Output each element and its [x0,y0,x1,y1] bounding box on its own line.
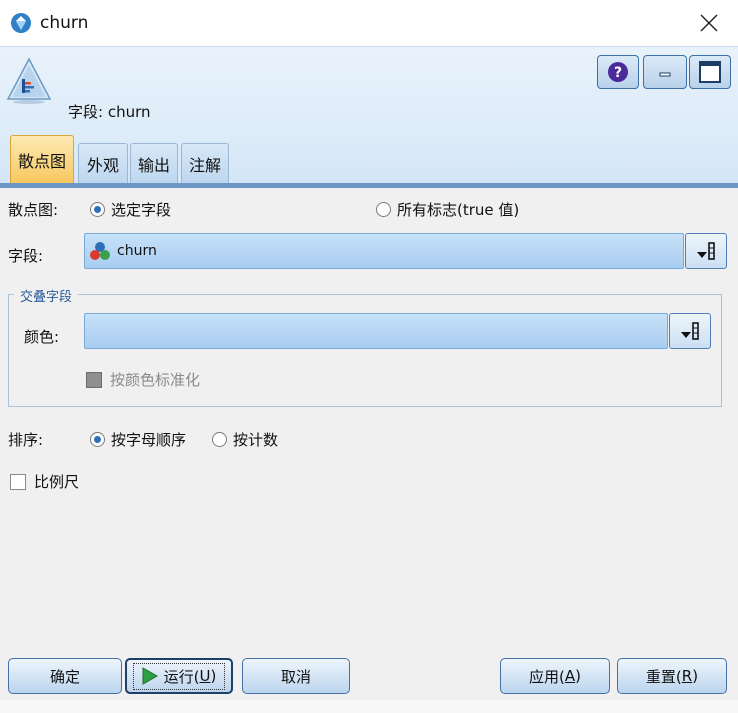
radio-selected-field[interactable]: 选定字段 [90,199,171,220]
node-label: 字段: churn [68,103,151,121]
title-bar: churn [0,0,738,46]
checkbox-label: 按颜色标准化 [110,371,201,389]
maximize-button[interactable] [689,55,731,89]
bottom-strip [0,700,738,713]
radio-label: 按计数 [233,431,279,449]
apply-button[interactable]: 应用(A) [500,658,610,694]
field-picker-icon [681,322,699,340]
tab-appearance[interactable]: 外观 [78,143,128,183]
window-title: churn [40,13,89,33]
scatter-label: 散点图: [8,201,59,219]
run-icon [142,667,158,685]
node-header: 字段: churn ? [0,46,738,142]
app-logo-icon [11,13,31,33]
radio-dot [376,202,391,217]
radio-dot [90,432,105,447]
radio-dot [90,202,105,217]
run-label-key: U [199,667,211,685]
help-icon: ? [608,62,628,82]
set-type-icon [90,242,110,260]
radio-dot [212,432,227,447]
minimize-button[interactable] [643,55,687,89]
run-button[interactable]: 运行(U) [125,658,233,694]
radio-sort-alphabetical[interactable]: 按字母顺序 [90,429,186,450]
field-select[interactable]: churn [84,233,684,269]
field-picker-icon [697,242,715,260]
scale-checkbox[interactable]: 比例尺 [10,471,79,492]
field-picker-button[interactable] [685,233,727,269]
radio-sort-by-count[interactable]: 按计数 [212,429,278,450]
help-button[interactable]: ? [597,55,639,89]
radio-label: 所有标志(true 值) [397,201,520,219]
color-field-select[interactable] [84,313,668,349]
tab-scatter[interactable]: 散点图 [10,135,74,183]
reset-label-suffix: ) [692,667,699,685]
maximize-icon [699,61,721,83]
svg-text:?: ? [614,65,622,81]
checkbox-box [86,371,102,388]
cancel-button[interactable]: 取消 [242,658,350,694]
overlay-groupbox [8,294,722,407]
overlay-group-title: 交叠字段 [14,286,79,305]
reset-label-prefix: 重置( [645,667,682,686]
checkbox-label: 比例尺 [34,473,80,491]
sort-label: 排序: [8,431,44,449]
tab-annotation[interactable]: 注解 [181,143,229,183]
distribution-node-icon [6,57,52,104]
checkbox-box [10,473,26,490]
color-picker-button[interactable] [669,313,711,349]
radio-label: 按字母顺序 [111,431,187,449]
color-label: 颜色: [24,328,60,346]
field-value: churn [117,243,157,259]
close-icon[interactable] [698,12,720,34]
reset-button[interactable]: 重置(R) [617,658,727,694]
reset-label-key: R [681,667,693,685]
radio-label: 选定字段 [111,201,172,219]
run-label-prefix: 运行( [163,667,200,686]
run-button-focus: 运行(U) [132,662,226,690]
minimize-icon [659,72,671,77]
normalize-by-color-checkbox[interactable]: 按颜色标准化 [86,369,200,390]
ok-button[interactable]: 确定 [8,658,122,694]
field-label: 字段: [8,247,44,265]
apply-label-key: A [564,667,576,685]
apply-label-prefix: 应用( [529,667,565,686]
tab-strip: 散点图 外观 输出 注解 [0,135,738,188]
apply-label-suffix: ) [575,667,581,685]
run-label-suffix: ) [210,667,217,685]
radio-all-flags[interactable]: 所有标志(true 值) [376,199,519,220]
tab-output[interactable]: 输出 [130,143,178,183]
